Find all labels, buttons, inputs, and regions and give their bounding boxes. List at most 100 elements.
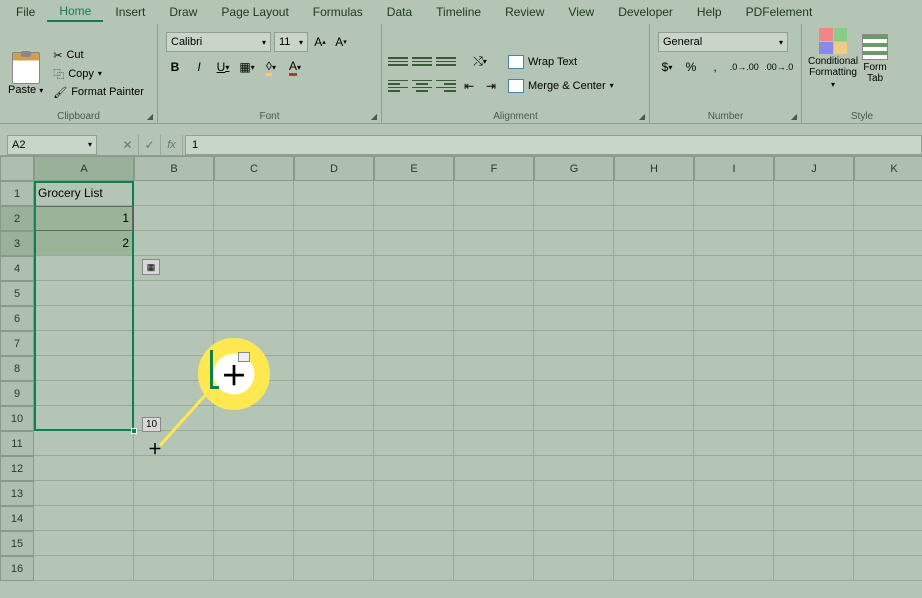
cell-K12[interactable]	[854, 456, 922, 481]
cell-J15[interactable]	[774, 531, 854, 556]
cell-D10[interactable]	[294, 406, 374, 431]
bold-button[interactable]: B	[166, 58, 184, 76]
cell-A3[interactable]: 2	[34, 231, 134, 256]
cell-E15[interactable]	[374, 531, 454, 556]
cell-B1[interactable]	[134, 181, 214, 206]
formula-input[interactable]: 1	[185, 135, 922, 155]
cell-B15[interactable]	[134, 531, 214, 556]
comma-button[interactable]: ,	[706, 58, 724, 76]
cell-F16[interactable]	[454, 556, 534, 581]
cell-I5[interactable]	[694, 281, 774, 306]
cell-B2[interactable]	[134, 206, 214, 231]
cell-I7[interactable]	[694, 331, 774, 356]
cell-C3[interactable]	[214, 231, 294, 256]
column-header-D[interactable]: D	[294, 156, 374, 181]
cell-C13[interactable]	[214, 481, 294, 506]
cell-D6[interactable]	[294, 306, 374, 331]
align-right-button[interactable]	[436, 77, 456, 95]
chevron-down-icon[interactable]: ▾	[39, 86, 43, 95]
cell-A8[interactable]	[34, 356, 134, 381]
cell-K7[interactable]	[854, 331, 922, 356]
cell-A7[interactable]	[34, 331, 134, 356]
fill-color-button[interactable]: ◊▾	[262, 58, 280, 76]
menu-timeline[interactable]: Timeline	[424, 3, 493, 21]
cell-G8[interactable]	[534, 356, 614, 381]
format-table-button[interactable]: Form Tab	[862, 34, 888, 84]
cell-C11[interactable]	[214, 431, 294, 456]
cell-H11[interactable]	[614, 431, 694, 456]
row-header-5[interactable]: 5	[0, 281, 34, 306]
menu-draw[interactable]: Draw	[157, 3, 209, 21]
autofill-options-button[interactable]: ▦	[142, 259, 160, 275]
cell-K10[interactable]	[854, 406, 922, 431]
cell-J16[interactable]	[774, 556, 854, 581]
cell-F4[interactable]	[454, 256, 534, 281]
cell-A10[interactable]	[34, 406, 134, 431]
cell-I1[interactable]	[694, 181, 774, 206]
cell-J12[interactable]	[774, 456, 854, 481]
font-color-button[interactable]: A▾	[286, 58, 304, 76]
row-header-6[interactable]: 6	[0, 306, 34, 331]
cell-J14[interactable]	[774, 506, 854, 531]
cell-G7[interactable]	[534, 331, 614, 356]
column-header-J[interactable]: J	[774, 156, 854, 181]
cell-D16[interactable]	[294, 556, 374, 581]
column-header-C[interactable]: C	[214, 156, 294, 181]
cell-F10[interactable]	[454, 406, 534, 431]
cell-I4[interactable]	[694, 256, 774, 281]
wrap-text-button[interactable]: Wrap Text	[504, 53, 618, 71]
align-center-button[interactable]	[412, 77, 432, 95]
cell-G9[interactable]	[534, 381, 614, 406]
cell-K6[interactable]	[854, 306, 922, 331]
dialog-launcher-icon[interactable]: ◢	[371, 112, 377, 121]
cell-A14[interactable]	[34, 506, 134, 531]
copy-button[interactable]: ⿻Copy ▾	[49, 65, 148, 83]
cell-B7[interactable]	[134, 331, 214, 356]
cell-G15[interactable]	[534, 531, 614, 556]
cell-H5[interactable]	[614, 281, 694, 306]
chevron-down-icon[interactable]: ▾	[98, 69, 102, 78]
cell-E2[interactable]	[374, 206, 454, 231]
cell-D4[interactable]	[294, 256, 374, 281]
cell-J13[interactable]	[774, 481, 854, 506]
cell-F5[interactable]	[454, 281, 534, 306]
row-header-11[interactable]: 11	[0, 431, 34, 456]
cell-I8[interactable]	[694, 356, 774, 381]
cell-D7[interactable]	[294, 331, 374, 356]
row-header-16[interactable]: 16	[0, 556, 34, 581]
menu-file[interactable]: File	[4, 3, 47, 21]
cell-B16[interactable]	[134, 556, 214, 581]
row-header-12[interactable]: 12	[0, 456, 34, 481]
cell-A5[interactable]	[34, 281, 134, 306]
row-header-3[interactable]: 3	[0, 231, 34, 256]
cell-F3[interactable]	[454, 231, 534, 256]
row-header-9[interactable]: 9	[0, 381, 34, 406]
cell-I13[interactable]	[694, 481, 774, 506]
paste-button[interactable]: Paste ▾	[6, 28, 45, 119]
cell-A6[interactable]	[34, 306, 134, 331]
cell-I6[interactable]	[694, 306, 774, 331]
cell-I2[interactable]	[694, 206, 774, 231]
cell-B6[interactable]	[134, 306, 214, 331]
cell-C15[interactable]	[214, 531, 294, 556]
cell-E12[interactable]	[374, 456, 454, 481]
cell-B3[interactable]	[134, 231, 214, 256]
cell-G12[interactable]	[534, 456, 614, 481]
cell-K4[interactable]	[854, 256, 922, 281]
cell-C16[interactable]	[214, 556, 294, 581]
cell-E16[interactable]	[374, 556, 454, 581]
menu-data[interactable]: Data	[375, 3, 424, 21]
cell-I9[interactable]	[694, 381, 774, 406]
chevron-down-icon[interactable]: ▾	[610, 81, 614, 90]
row-header-13[interactable]: 13	[0, 481, 34, 506]
cell-D5[interactable]	[294, 281, 374, 306]
cell-B14[interactable]	[134, 506, 214, 531]
column-header-B[interactable]: B	[134, 156, 214, 181]
cell-H12[interactable]	[614, 456, 694, 481]
row-header-10[interactable]: 10	[0, 406, 34, 431]
cell-K2[interactable]	[854, 206, 922, 231]
cell-K15[interactable]	[854, 531, 922, 556]
row-header-1[interactable]: 1	[0, 181, 34, 206]
cell-K3[interactable]	[854, 231, 922, 256]
align-top-button[interactable]	[388, 53, 408, 71]
